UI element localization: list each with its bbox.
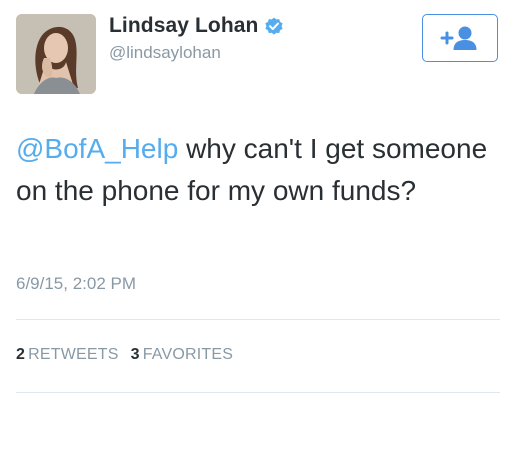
tweet-timestamp[interactable]: 6/9/15, 2:02 PM xyxy=(16,274,136,294)
tweet-text: @BofA_Help why can't I get someone on th… xyxy=(16,128,496,212)
divider xyxy=(16,392,500,393)
favorites-label: FAVORITES xyxy=(142,346,234,363)
follow-button[interactable] xyxy=(422,14,498,62)
favorites-stat[interactable]: 3 FAVORITES xyxy=(131,346,234,364)
profile-photo xyxy=(16,14,96,94)
divider xyxy=(16,319,500,320)
mention-link[interactable]: @BofA_Help xyxy=(16,133,178,164)
tweet-stats: 2 RETWEETS 3 FAVORITES xyxy=(16,346,233,364)
display-name[interactable]: Lindsay Lohan xyxy=(109,14,258,38)
retweets-count: 2 xyxy=(16,346,26,363)
tweet-card: Lindsay Lohan @lindsaylohan @BofA_Help w… xyxy=(0,0,520,476)
add-user-icon xyxy=(440,26,477,50)
favorites-count: 3 xyxy=(130,346,140,363)
retweets-stat[interactable]: 2 RETWEETS xyxy=(16,346,119,364)
user-handle[interactable]: @lindsaylohan xyxy=(109,43,221,63)
verified-badge-icon xyxy=(264,16,284,36)
avatar[interactable] xyxy=(16,14,96,94)
name-row: Lindsay Lohan xyxy=(109,14,284,38)
retweets-label: RETWEETS xyxy=(28,346,119,363)
